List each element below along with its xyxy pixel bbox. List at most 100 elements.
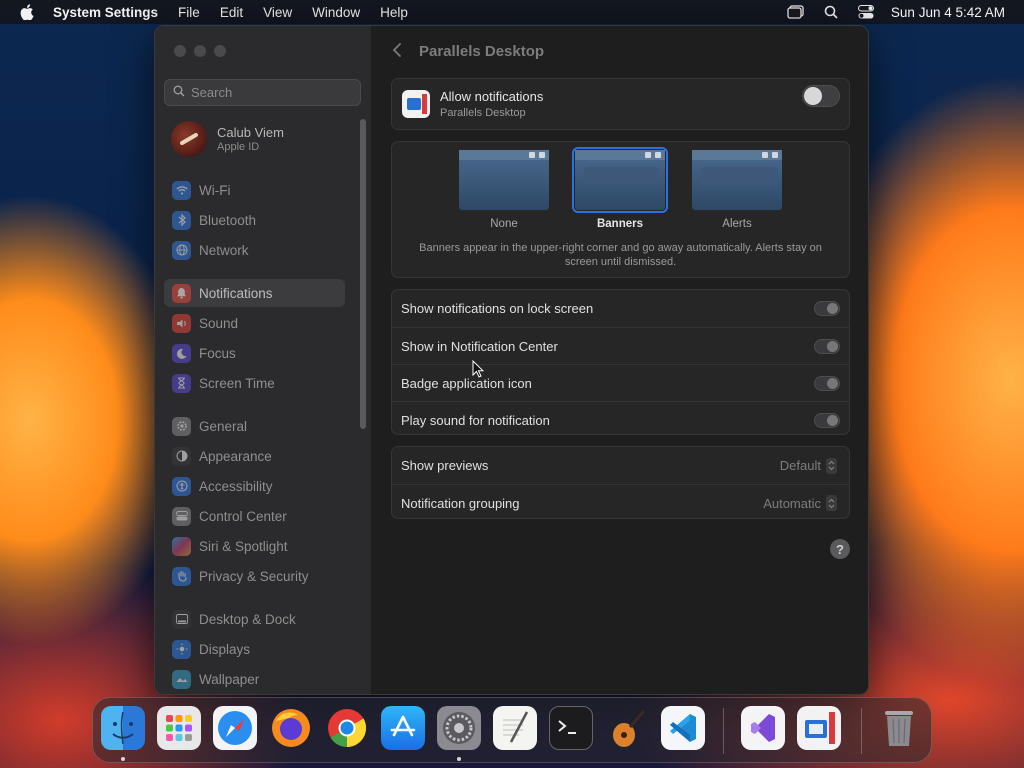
trash-icon[interactable]	[877, 706, 921, 750]
zoom-button[interactable]	[214, 45, 226, 57]
dock-separator	[723, 708, 724, 754]
parallels-desktop-icon[interactable]	[797, 706, 841, 750]
profile-name: Calub Viem	[217, 125, 284, 140]
sidebar-item-control-center[interactable]: Control Center	[164, 502, 345, 530]
alert-style-none[interactable]: None	[459, 150, 549, 230]
accessibility-icon	[172, 476, 191, 496]
toggle-row-badge: Badge application icon	[392, 364, 849, 401]
app-store-icon[interactable]	[381, 706, 425, 750]
menu-help[interactable]: Help	[380, 5, 408, 20]
safari-icon[interactable]	[213, 706, 257, 750]
globe-icon	[172, 240, 191, 260]
sidebar-item-focus[interactable]: Focus	[164, 339, 345, 367]
lock-screen-toggle[interactable]	[814, 301, 840, 316]
menu-clock[interactable]: Sun Jun 4 5:42 AM	[891, 5, 1005, 20]
sidebar-item-network[interactable]: Network	[164, 236, 345, 264]
detail-pane: Parallels Desktop Allow notifications Pa…	[371, 26, 868, 694]
allow-notifications-app: Parallels Desktop	[440, 107, 526, 119]
sidebar-item-bluetooth[interactable]: Bluetooth	[164, 206, 345, 234]
sidebar-scrollbar[interactable]	[360, 119, 366, 429]
sidebar-item-label: General	[199, 418, 248, 434]
sidebar-item-accessibility[interactable]: Accessibility	[164, 472, 345, 500]
menu-app-name[interactable]: System Settings	[53, 5, 158, 20]
badge-icon-toggle[interactable]	[814, 376, 840, 391]
textedit-icon[interactable]	[493, 706, 537, 750]
show-previews-value[interactable]: Default	[780, 458, 821, 473]
sun-icon	[172, 639, 191, 659]
garageband-icon[interactable]	[605, 706, 649, 750]
menu-file[interactable]: File	[178, 5, 200, 20]
bell-icon	[172, 283, 191, 303]
terminal-icon[interactable]	[549, 706, 593, 750]
search-icon[interactable]	[822, 4, 840, 20]
allow-notifications-toggle[interactable]	[802, 85, 840, 107]
sidebar-item-screen-time[interactable]: Screen Time	[164, 369, 345, 397]
vscode-icon[interactable]	[661, 706, 705, 750]
sidebar-item-displays[interactable]: Displays	[164, 635, 345, 663]
sidebar-item-label: Notifications	[199, 285, 273, 301]
avatar	[171, 121, 207, 157]
window-icon[interactable]	[787, 4, 805, 20]
menu-edit[interactable]: Edit	[220, 5, 243, 20]
hand-icon	[172, 566, 191, 586]
control-center-icon	[172, 506, 191, 526]
sidebar-item-label: Desktop & Dock	[199, 611, 296, 627]
sidebar-item-sound[interactable]: Sound	[164, 309, 345, 337]
wifi-icon	[172, 180, 191, 200]
apple-menu-icon[interactable]	[18, 4, 36, 20]
dock-separator	[861, 708, 862, 754]
sidebar-item-label: Control Center	[199, 508, 287, 524]
style-preview-banners	[572, 147, 668, 213]
back-chevron-icon[interactable]	[392, 42, 402, 63]
sidebar-item-desktop-dock[interactable]: Desktop & Dock	[164, 605, 345, 633]
apple-id-profile[interactable]: Calub Viem Apple ID	[171, 121, 284, 157]
sidebar-item-wallpaper[interactable]: Wallpaper	[164, 665, 345, 693]
close-button[interactable]	[174, 45, 186, 57]
notification-toggles-card: Show notifications on lock screen Show i…	[391, 289, 850, 435]
chevron-up-down-icon[interactable]	[826, 457, 837, 474]
appearance-icon	[172, 446, 191, 466]
gear-icon	[172, 416, 191, 436]
parallels-app-icon	[402, 90, 430, 118]
allow-notifications-card: Allow notifications Parallels Desktop	[391, 78, 850, 130]
sidebar-item-label: Accessibility	[199, 478, 273, 494]
help-button[interactable]: ?	[830, 539, 850, 559]
visual-studio-icon[interactable]	[741, 706, 785, 750]
system-settings-icon[interactable]	[437, 706, 481, 750]
style-preview-none	[459, 150, 549, 210]
bluetooth-icon	[172, 210, 191, 230]
menu-bar: System Settings File Edit View Window He…	[0, 0, 1024, 24]
search-field[interactable]	[164, 79, 361, 106]
search-input[interactable]	[191, 85, 351, 100]
moon-icon	[172, 343, 191, 363]
firefox-icon[interactable]	[269, 706, 313, 750]
menu-view[interactable]: View	[263, 5, 292, 20]
chevron-up-down-icon[interactable]	[826, 495, 837, 511]
control-center-icon[interactable]	[857, 4, 875, 20]
sidebar-item-appearance[interactable]: Appearance	[164, 442, 345, 470]
notification-center-toggle[interactable]	[814, 339, 840, 354]
menu-window[interactable]: Window	[312, 5, 360, 20]
running-indicator	[457, 757, 461, 761]
sidebar-item-notifications[interactable]: Notifications	[164, 279, 345, 307]
sidebar-item-siri-spotlight[interactable]: Siri & Spotlight	[164, 532, 345, 560]
chrome-icon[interactable]	[325, 706, 369, 750]
toggle-label: Play sound for notification	[401, 412, 550, 428]
sidebar-item-privacy-security[interactable]: Privacy & Security	[164, 562, 345, 590]
launchpad-icon[interactable]	[157, 706, 201, 750]
style-label-alerts: Alerts	[722, 218, 752, 230]
sidebar-item-wifi[interactable]: Wi-Fi	[164, 176, 345, 204]
select-row-previews: Show previews Default	[392, 447, 849, 484]
finder-icon[interactable]	[101, 706, 145, 750]
sidebar-item-label: Privacy & Security	[199, 568, 309, 584]
sidebar-item-label: Wi-Fi	[199, 182, 231, 198]
sidebar-item-general[interactable]: General	[164, 412, 345, 440]
minimize-button[interactable]	[194, 45, 206, 57]
notification-grouping-value[interactable]: Automatic	[763, 496, 821, 511]
alert-style-banners[interactable]: Banners	[572, 147, 668, 230]
play-sound-toggle[interactable]	[814, 413, 840, 428]
alert-style-description: Banners appear in the upper-right corner…	[419, 242, 822, 268]
alert-style-alerts[interactable]: Alerts	[692, 150, 782, 230]
style-label-none: None	[490, 218, 518, 230]
window-controls	[174, 45, 226, 57]
